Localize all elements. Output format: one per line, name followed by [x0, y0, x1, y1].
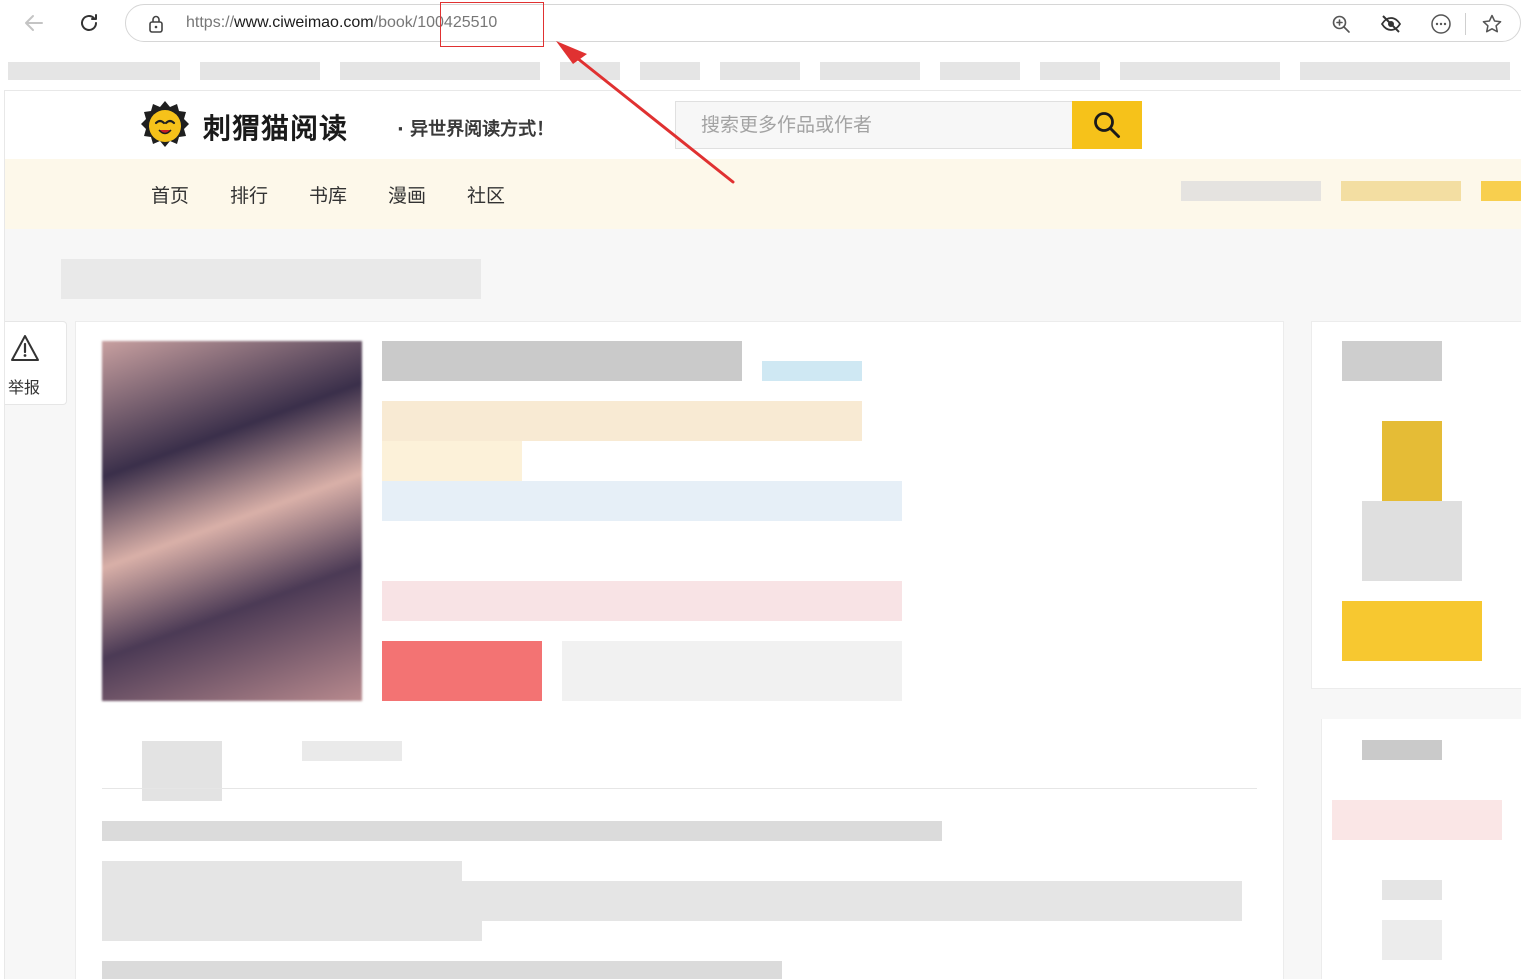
reload-icon [81, 14, 97, 31]
description-line [102, 921, 482, 941]
browser-toolbar: https://www.ciweimao.com/book/100425510 [0, 0, 1521, 47]
bookmark-item[interactable] [720, 62, 800, 80]
bookmark-item[interactable] [820, 62, 920, 80]
description-line [102, 961, 782, 979]
bookmark-item[interactable] [560, 62, 620, 80]
web-page: 刺猬猫阅读 · 异世界阅读方式！ 首页 排行 书库 漫画 社区 举报 [4, 90, 1521, 979]
star-icon[interactable] [1481, 13, 1503, 35]
user-link[interactable] [1181, 181, 1321, 201]
arrow-left-icon [25, 15, 43, 31]
user-link[interactable] [1341, 181, 1461, 201]
zoom-in-icon[interactable] [1330, 13, 1352, 35]
report-button[interactable]: 举报 [5, 321, 67, 405]
description-line [102, 861, 462, 881]
side-ranking-card [1321, 719, 1521, 979]
main-nav: 首页 排行 书库 漫画 社区 [5, 159, 1521, 229]
search-button[interactable] [1072, 101, 1142, 149]
book-badges [382, 581, 902, 621]
author-name [1342, 341, 1442, 381]
book-meta [382, 401, 862, 441]
url-host: www.ciweimao.com [234, 14, 374, 31]
report-label: 举报 [8, 378, 41, 397]
action-buttons[interactable] [562, 641, 902, 701]
nav-library[interactable]: 书库 [309, 181, 347, 208]
bookmark-item[interactable] [1120, 62, 1280, 80]
nav-ranking[interactable]: 排行 [230, 181, 268, 208]
bookmark-item[interactable] [940, 62, 1020, 80]
user-link[interactable] [1481, 181, 1521, 201]
book-meta [382, 441, 522, 481]
bookmark-item[interactable] [1040, 62, 1100, 80]
book-info-card [75, 321, 1284, 979]
description-line [102, 821, 942, 841]
site-tagline: · 异世界阅读方式！ [397, 119, 555, 140]
bookmark-item[interactable] [1300, 62, 1510, 80]
reload-button[interactable] [73, 8, 105, 38]
bookmarks-bar [0, 54, 1521, 86]
book-stats [382, 481, 902, 521]
author-stats [1362, 501, 1462, 581]
nav-comics[interactable]: 漫画 [388, 181, 426, 208]
nav-community[interactable]: 社区 [467, 181, 505, 208]
site-brand[interactable]: 刺猬猫阅读 [203, 107, 348, 147]
search-field[interactable] [675, 101, 1072, 149]
description-line [102, 881, 1242, 921]
book-tag[interactable] [762, 361, 862, 381]
site-header: 刺猬猫阅读 · 异世界阅读方式！ [5, 91, 1521, 159]
toolbar-divider [1465, 13, 1466, 35]
back-button[interactable] [18, 8, 50, 38]
url-id-highlight [440, 2, 544, 47]
bookmark-item[interactable] [8, 62, 180, 80]
follow-button[interactable] [1342, 601, 1482, 661]
address-bar[interactable]: https://www.ciweimao.com/book/100425510 [125, 4, 1521, 42]
bookmark-item[interactable] [640, 62, 700, 80]
hedgehog-logo-icon[interactable] [139, 99, 191, 151]
search-icon [1094, 112, 1120, 138]
bookmark-item[interactable] [200, 62, 320, 80]
section-divider [102, 788, 1257, 789]
more-icon[interactable] [1430, 13, 1452, 35]
url-prefix: https:// [186, 14, 235, 31]
stat-block [302, 741, 402, 761]
lock-icon[interactable] [148, 14, 164, 38]
search-input[interactable] [676, 102, 1072, 148]
book-title [382, 341, 742, 381]
bookmark-item[interactable] [340, 62, 540, 80]
side-item[interactable] [1382, 920, 1442, 960]
author-card [1311, 321, 1521, 689]
side-item[interactable] [1332, 800, 1502, 840]
stat-block [142, 741, 222, 801]
breadcrumb [61, 259, 481, 299]
nav-home[interactable]: 首页 [151, 181, 189, 208]
side-title [1362, 740, 1442, 760]
url-path: /book/ [373, 14, 418, 31]
warning-triangle-icon [10, 334, 40, 366]
eye-off-icon[interactable] [1380, 13, 1402, 35]
book-cover[interactable] [102, 341, 362, 701]
author-avatar[interactable] [1382, 421, 1442, 501]
side-item[interactable] [1382, 880, 1442, 900]
read-button[interactable] [382, 641, 542, 701]
